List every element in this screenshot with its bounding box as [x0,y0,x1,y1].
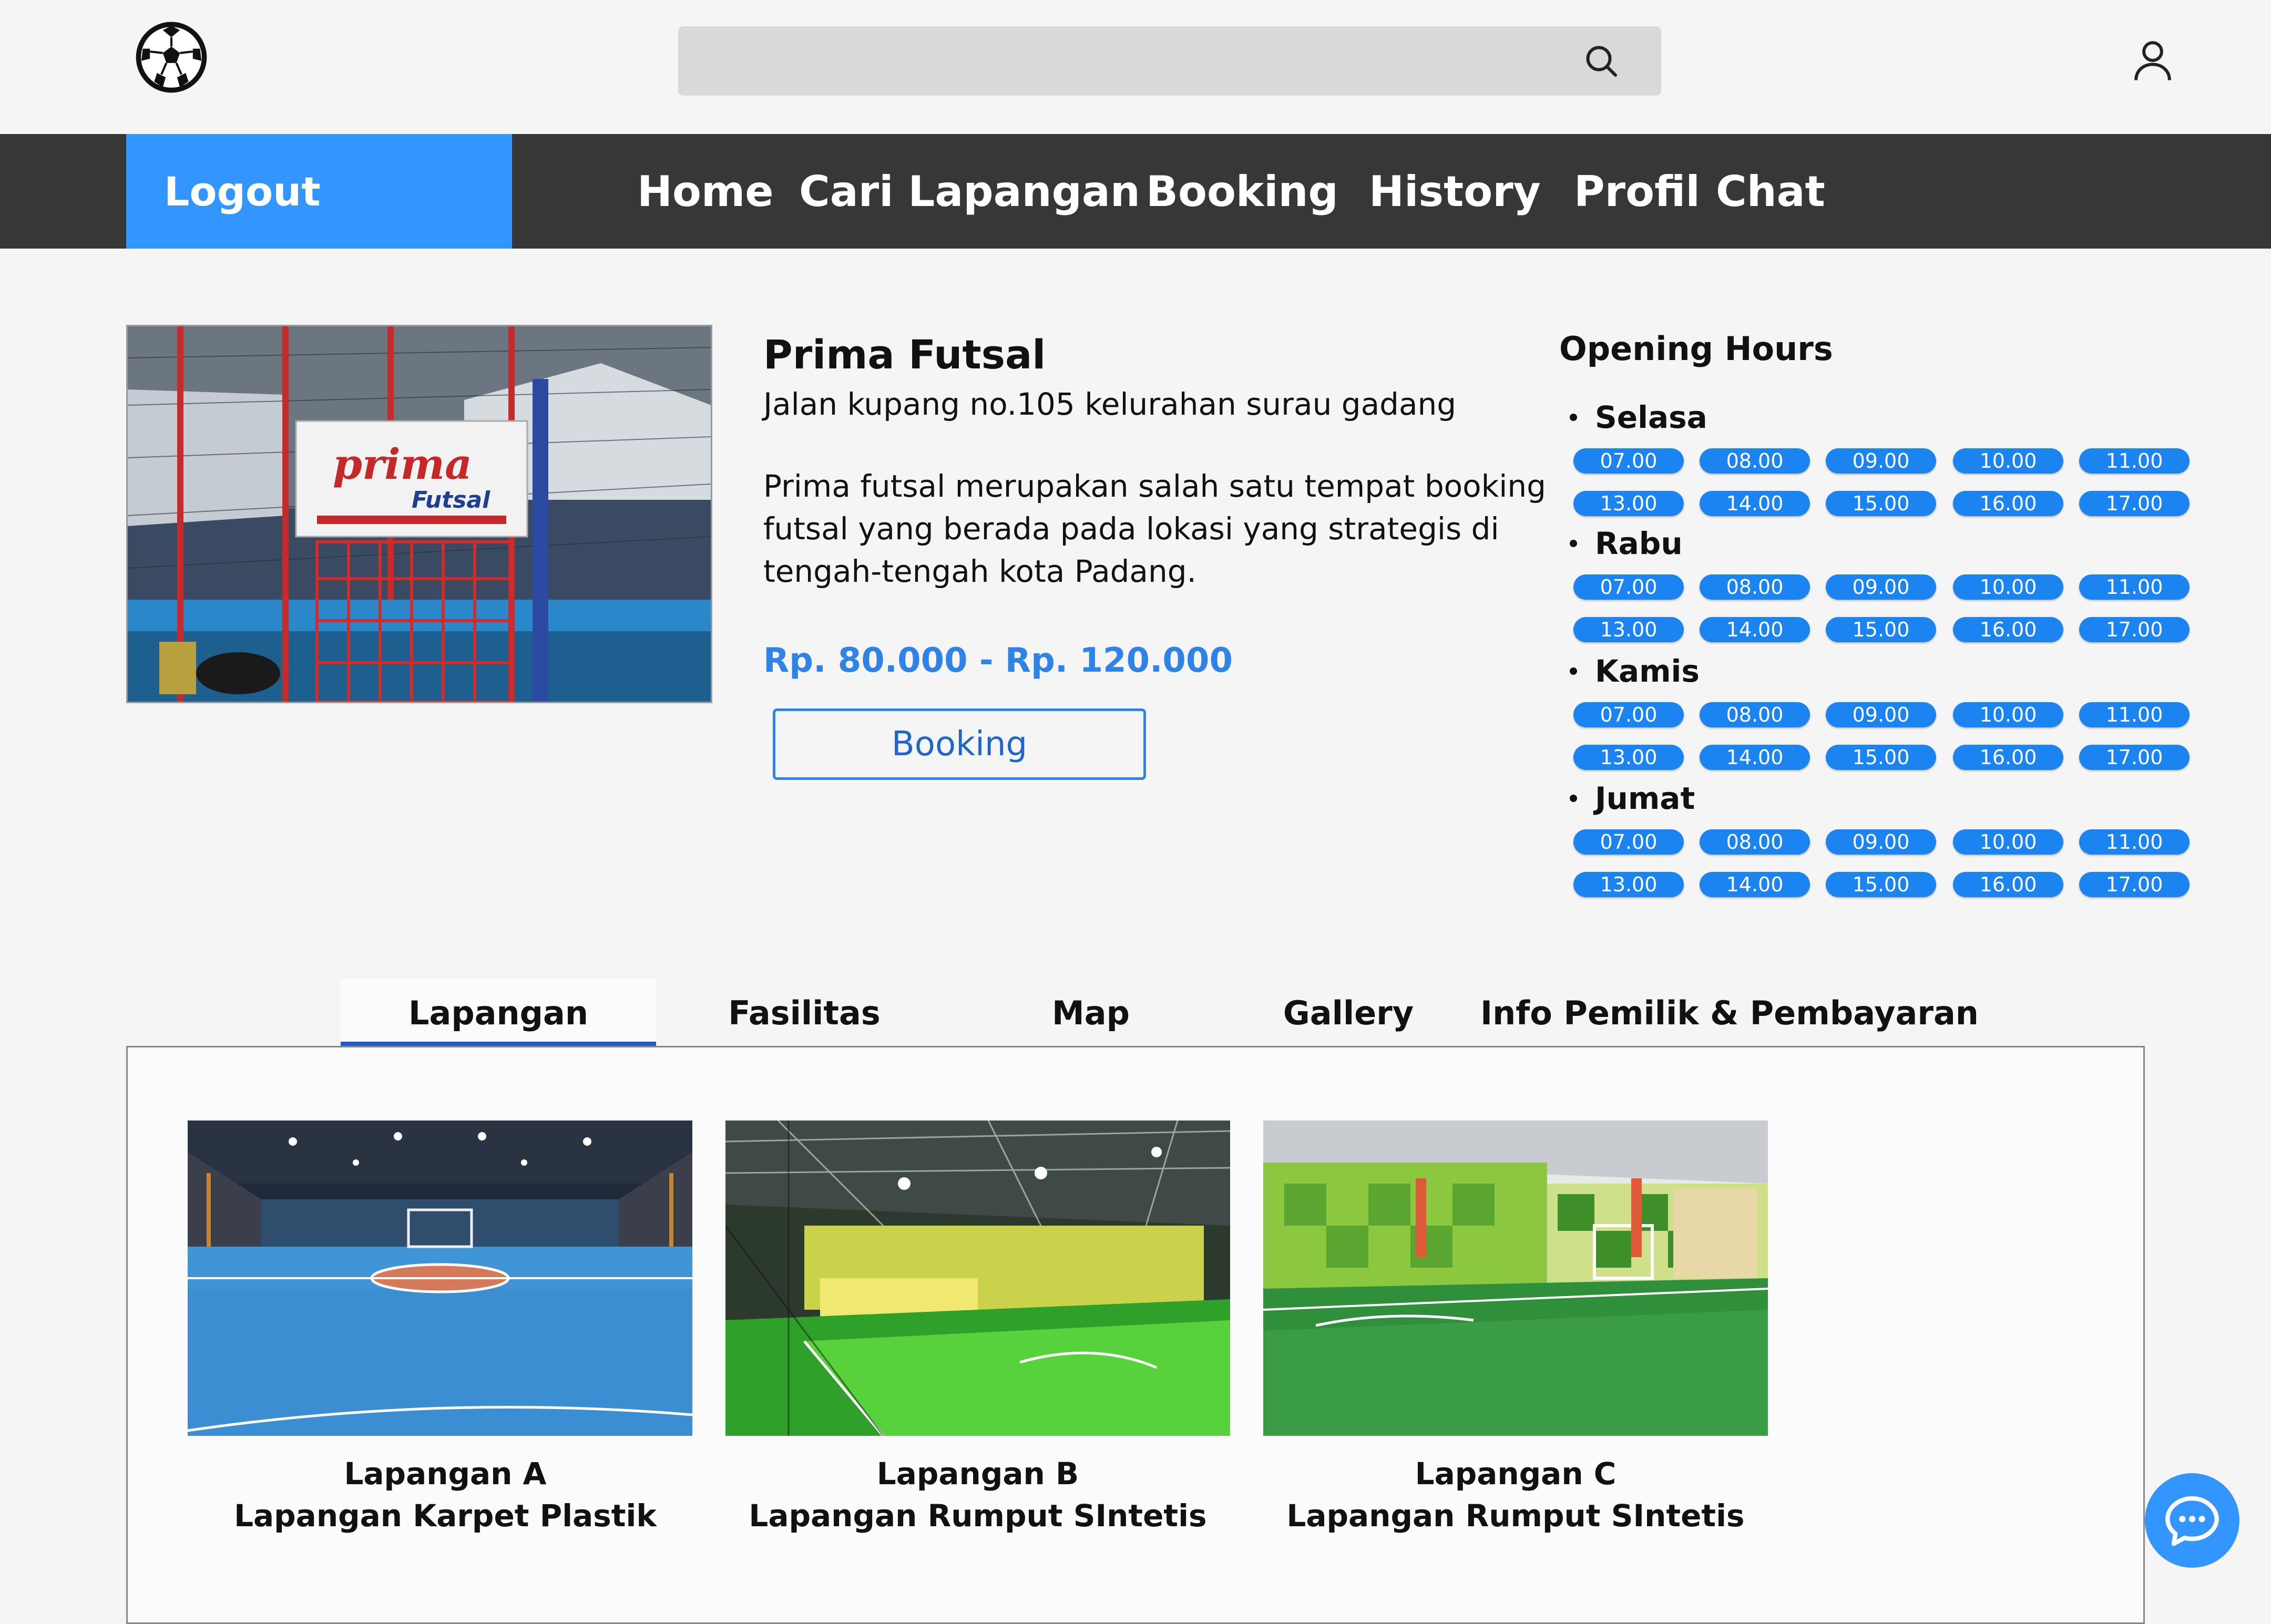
nav-cari-lapangan[interactable]: Cari Lapangan [799,134,1140,249]
time-slot-kamis-17.00[interactable]: 17.00 [2079,745,2190,770]
time-slot-selasa-11.00[interactable]: 11.00 [2079,448,2190,474]
logout-button[interactable]: Logout [126,134,512,249]
court-type-c: Lapangan Rumput SIntetis [1286,1498,1745,1534]
booking-button[interactable]: Booking [773,708,1146,780]
court-type-b: Lapangan Rumput SIntetis [749,1498,1207,1534]
court-type-a: Lapangan Karpet Plastik [234,1498,657,1534]
chat-fab-button[interactable] [2145,1473,2239,1568]
venue-photo: prima Futsal [126,325,712,703]
court-photo-c[interactable] [1263,1121,1768,1436]
nav-home[interactable]: Home [637,134,774,249]
bullet-icon [1570,667,1577,675]
time-slot-rabu-11.00[interactable]: 11.00 [2079,574,2190,600]
time-slot-jumat-10.00[interactable]: 10.00 [1953,829,2063,855]
time-slot-kamis-10.00[interactable]: 10.00 [1953,702,2063,727]
time-slot-rabu-09.00[interactable]: 09.00 [1826,574,1936,600]
time-slot-selasa-07.00[interactable]: 07.00 [1573,448,1684,474]
time-slot-kamis-11.00[interactable]: 11.00 [2079,702,2190,727]
time-slot-jumat-09.00[interactable]: 09.00 [1826,829,1936,855]
time-slot-rabu-13.00[interactable]: 13.00 [1573,617,1684,642]
time-slot-kamis-13.00[interactable]: 13.00 [1573,745,1684,770]
chat-bubble-icon [2165,1496,2219,1546]
court-name-c: Lapangan C [1415,1456,1617,1492]
tab-active-underline [341,1042,656,1046]
bullet-icon [1570,794,1577,802]
time-slot-jumat-07.00[interactable]: 07.00 [1573,829,1684,855]
time-slot-selasa-10.00[interactable]: 10.00 [1953,448,2063,474]
search-input[interactable] [694,37,1563,86]
time-slot-kamis-14.00[interactable]: 14.00 [1700,745,1810,770]
time-slot-kamis-07.00[interactable]: 07.00 [1573,702,1684,727]
time-slot-rabu-14.00[interactable]: 14.00 [1700,617,1810,642]
time-slot-rabu-16.00[interactable]: 16.00 [1953,617,2063,642]
venue-name: Prima Futsal [763,331,1046,378]
time-slot-selasa-09.00[interactable]: 09.00 [1826,448,1936,474]
day-name: Rabu [1595,526,1683,561]
time-slot-rabu-08.00[interactable]: 08.00 [1700,574,1810,600]
nav-booking[interactable]: Booking [1146,134,1338,249]
bullet-icon [1570,413,1577,421]
court-photo-b[interactable] [725,1121,1230,1436]
time-slot-jumat-13.00[interactable]: 13.00 [1573,872,1684,897]
day-label-rabu: Rabu [1570,526,1683,561]
photo-sign-text: prima [333,439,472,489]
day-label-selasa: Selasa [1570,399,1707,435]
tab-map[interactable]: Map [988,979,1193,1047]
bullet-icon [1570,539,1577,547]
tab-lapangan[interactable]: Lapangan [341,979,656,1047]
user-icon[interactable] [2129,37,2176,84]
time-slot-kamis-09.00[interactable]: 09.00 [1826,702,1936,727]
time-slot-kamis-15.00[interactable]: 15.00 [1826,745,1936,770]
time-slot-selasa-14.00[interactable]: 14.00 [1700,491,1810,516]
photo-sign-subtext: Futsal [412,487,490,513]
day-label-jumat: Jumat [1570,780,1695,816]
time-slot-selasa-17.00[interactable]: 17.00 [2079,491,2190,516]
time-slot-selasa-15.00[interactable]: 15.00 [1826,491,1936,516]
time-slot-selasa-13.00[interactable]: 13.00 [1573,491,1684,516]
opening-hours-title: Opening Hours [1559,330,1833,368]
soccer-ball-icon[interactable] [136,22,207,93]
tab-gallery[interactable]: Gallery [1246,979,1451,1047]
court-name-b: Lapangan B [876,1456,1079,1492]
time-slot-selasa-16.00[interactable]: 16.00 [1953,491,2063,516]
court-photo-a[interactable] [188,1121,692,1436]
time-slot-jumat-17.00[interactable]: 17.00 [2079,872,2190,897]
time-slot-jumat-15.00[interactable]: 15.00 [1826,872,1936,897]
search-bar[interactable] [678,26,1661,96]
time-slot-rabu-10.00[interactable]: 10.00 [1953,574,2063,600]
time-slot-rabu-15.00[interactable]: 15.00 [1826,617,1936,642]
time-slot-jumat-08.00[interactable]: 08.00 [1700,829,1810,855]
search-icon[interactable] [1582,42,1620,80]
time-slot-rabu-07.00[interactable]: 07.00 [1573,574,1684,600]
day-name: Kamis [1595,653,1700,689]
time-slot-kamis-08.00[interactable]: 08.00 [1700,702,1810,727]
day-name: Selasa [1595,399,1707,435]
time-slot-jumat-16.00[interactable]: 16.00 [1953,872,2063,897]
venue-address: Jalan kupang no.105 kelurahan surau gada… [763,386,1457,422]
tab-fasilitas[interactable]: Fasilitas [673,979,936,1047]
nav-history[interactable]: History [1369,134,1541,249]
nav-profil[interactable]: Profil [1574,134,1700,249]
time-slot-jumat-14.00[interactable]: 14.00 [1700,872,1810,897]
time-slot-rabu-17.00[interactable]: 17.00 [2079,617,2190,642]
time-slot-selasa-08.00[interactable]: 08.00 [1700,448,1810,474]
nav-chat[interactable]: Chat [1716,134,1825,249]
venue-description: Prima futsal merupakan salah satu tempat… [763,468,1546,589]
tab-info-pemilik-pembayaran[interactable]: Info Pemilik & Pembayaran [1480,979,1979,1047]
day-label-kamis: Kamis [1570,653,1700,689]
time-slot-jumat-11.00[interactable]: 11.00 [2079,829,2190,855]
day-name: Jumat [1595,780,1695,816]
court-name-a: Lapangan A [344,1456,547,1492]
time-slot-kamis-16.00[interactable]: 16.00 [1953,745,2063,770]
venue-price: Rp. 80.000 - Rp. 120.000 [763,641,1233,680]
